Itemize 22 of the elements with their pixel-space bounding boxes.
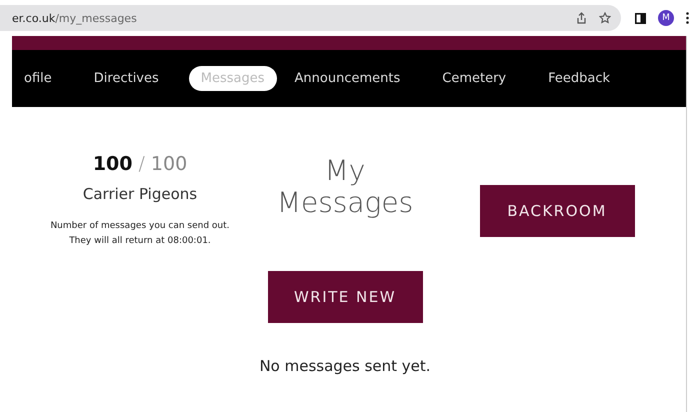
nav-tab[interactable]: Feedback xyxy=(536,66,622,91)
share-icon[interactable] xyxy=(576,12,587,24)
url-host: er.co.uk xyxy=(12,12,56,24)
count-separator: / xyxy=(138,153,145,175)
pigeons-label: Carrier Pigeons xyxy=(82,185,198,203)
profile-avatar[interactable]: M xyxy=(658,10,674,26)
nav-tab[interactable]: ofile xyxy=(12,66,64,91)
url-path: /my_messages xyxy=(55,12,137,24)
pigeon-count: 100 xyxy=(92,153,132,175)
pigeons-note: Number of messages you can send out. They will all return at 08:00:01. xyxy=(50,220,230,248)
sidebar-icon[interactable] xyxy=(635,12,646,24)
write-new-button[interactable]: WRITE NEW xyxy=(268,271,422,323)
address-bar[interactable]: er.co.uk/my_messages xyxy=(0,5,621,31)
nav-tab[interactable]: Directives xyxy=(82,66,171,91)
star-icon[interactable] xyxy=(599,12,611,24)
nav-tab[interactable]: Cemetery xyxy=(430,66,518,91)
page-title: My Messages xyxy=(276,153,414,221)
pigeon-total: 100 xyxy=(150,153,188,175)
empty-message: No messages sent yet. xyxy=(259,357,431,375)
menu-icon[interactable] xyxy=(686,12,689,24)
nav-tab[interactable]: Announcements xyxy=(282,66,412,91)
backroom-button[interactable]: BACKROOM xyxy=(480,185,634,237)
